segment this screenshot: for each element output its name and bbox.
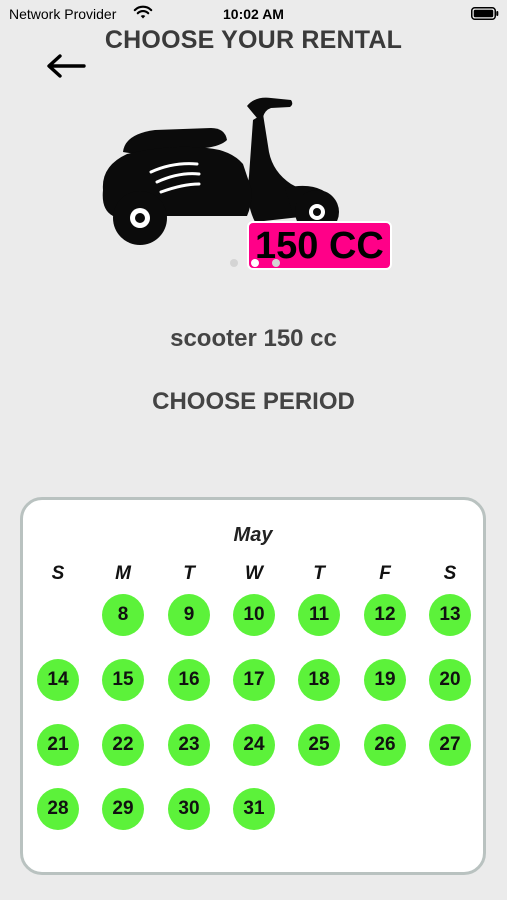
vehicle-carousel[interactable]: 150 CC — [90, 90, 420, 270]
page-dot-3[interactable] — [272, 259, 280, 267]
weekday-label: T — [183, 563, 195, 584]
weekday-label: T — [313, 563, 325, 584]
calendar-day[interactable]: 20 — [429, 659, 471, 701]
status-time: 10:02 AM — [223, 6, 284, 22]
carousel-page-indicator[interactable] — [230, 259, 290, 267]
arrow-left-icon — [47, 54, 86, 78]
calendar-day[interactable]: 17 — [233, 659, 275, 701]
calendar-day[interactable]: 27 — [429, 724, 471, 766]
calendar: May S M T W T F S 8 9 10 11 12 13 14 15 16 17 18 19… — [20, 497, 486, 875]
calendar-day[interactable]: 28 — [37, 788, 79, 830]
vehicle-name: scooter 150 cc — [170, 325, 337, 352]
battery-icon — [471, 7, 499, 20]
calendar-day[interactable]: 24 — [233, 724, 275, 766]
calendar-day[interactable]: 25 — [298, 724, 340, 766]
calendar-day[interactable]: 15 — [102, 659, 144, 701]
calendar-day[interactable]: 16 — [168, 659, 210, 701]
calendar-day[interactable]: 21 — [37, 724, 79, 766]
calendar-day[interactable]: 10 — [233, 594, 275, 636]
calendar-day[interactable]: 13 — [429, 594, 471, 636]
calendar-day[interactable]: 12 — [364, 594, 406, 636]
status-bar: Network Provider 10:02 AM — [0, 0, 507, 28]
weekday-header: S M T W T F S — [23, 563, 483, 587]
month-label: May — [233, 524, 273, 546]
page-title: CHOOSE YOUR RENTAL — [104, 26, 403, 54]
calendar-day[interactable]: 18 — [298, 659, 340, 701]
calendar-day[interactable]: 26 — [364, 724, 406, 766]
calendar-day[interactable]: 29 — [102, 788, 144, 830]
weekday-label: M — [115, 563, 131, 584]
period-heading: CHOOSE PERIOD — [152, 388, 355, 415]
calendar-day[interactable]: 30 — [168, 788, 210, 830]
calendar-day[interactable]: 9 — [168, 594, 210, 636]
calendar-day[interactable]: 31 — [233, 788, 275, 830]
page-dot-2[interactable] — [251, 259, 259, 267]
calendar-day[interactable]: 23 — [168, 724, 210, 766]
calendar-day[interactable]: 19 — [364, 659, 406, 701]
calendar-day[interactable]: 14 — [37, 659, 79, 701]
weekday-label: S — [51, 563, 65, 584]
calendar-day[interactable]: 22 — [102, 724, 144, 766]
calendar-day[interactable]: 8 — [102, 594, 144, 636]
weekday-label: F — [379, 563, 391, 584]
calendar-day[interactable]: 11 — [298, 594, 340, 636]
weekday-label: S — [443, 563, 457, 584]
weekday-label: W — [245, 563, 263, 584]
page-dot-1[interactable] — [230, 259, 238, 267]
